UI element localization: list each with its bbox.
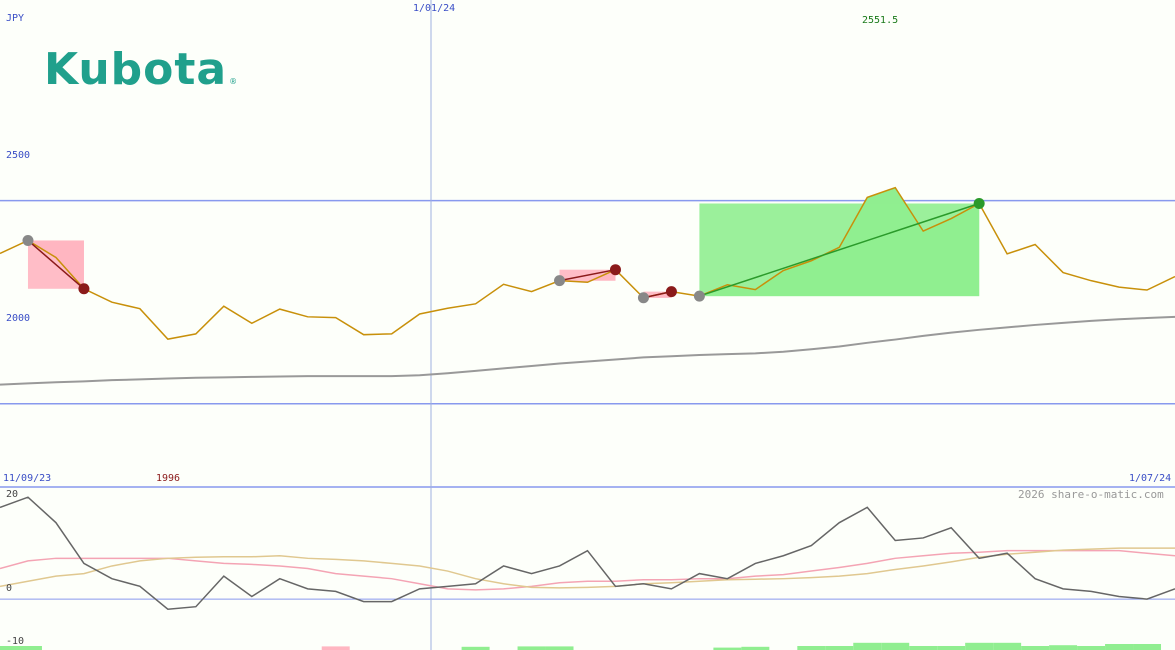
trade-exit-marker [665,286,677,298]
trade-exit-marker [609,264,621,276]
y-gridline-upper-label: 2500 [6,150,31,161]
volume-bar [321,646,350,650]
trade-entry-marker [637,292,649,304]
volume-bar [1105,644,1134,650]
osc-upper-label: 20 [6,489,19,500]
volume-bar [1021,646,1050,650]
logo-registered-mark: ® [229,77,239,86]
volume-bar [517,646,546,650]
y-gridline-lower-label: 2000 [6,313,31,324]
osc-main-line [0,496,1175,611]
last-value-label: 2551.5 [862,15,899,26]
volume-bar [1133,644,1162,650]
volume-bar [993,642,1022,650]
volume-bar [545,646,574,650]
volume-bar [881,642,910,650]
ma-path [0,315,1175,386]
watermark: 2026 share-o-matic.com [1018,488,1164,501]
volume-bar [797,646,826,650]
oscillator-panel [0,496,1175,611]
low-value-label: 1996 [156,473,181,484]
end-date-label: 1/07/24 [1129,473,1172,484]
start-date-label: 11/09/23 [3,473,52,484]
kubota-logo: Kubota ® [44,48,238,104]
mid-date-label: 1/01/24 [413,3,456,14]
volume-bar [965,642,994,650]
price-line [0,186,1175,340]
volume-bar [909,646,938,650]
osc-zero-label: 0 [6,583,13,594]
logo-text: Kubota [44,44,228,95]
osc-pink-line [0,549,1175,591]
volume-bar [825,646,854,650]
trade-entry-marker [693,290,705,302]
trade-entry-marker [554,275,566,287]
volume-bars [0,642,1162,650]
volume-bar [1077,646,1106,650]
currency-label: JPY [6,13,25,24]
volume-bar [937,646,966,650]
moving-average-line [0,315,1175,386]
trade-fill-areas [27,187,980,298]
volume-bar [1049,645,1078,650]
price-path [0,186,1175,340]
trade-exit-marker [973,197,985,209]
volume-bar [853,642,882,650]
trade-exit-marker [78,283,90,295]
trade-entry-marker [22,234,34,246]
osc-lower-label: -10 [6,636,25,647]
